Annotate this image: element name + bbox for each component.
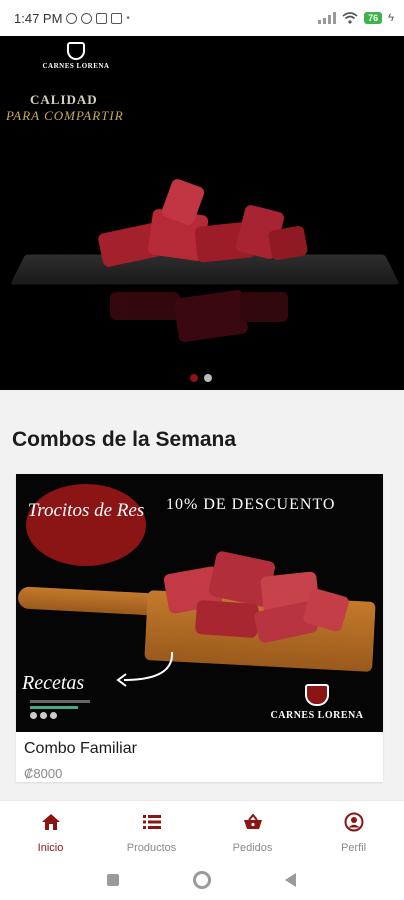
alarm-icon xyxy=(66,12,78,24)
nav-label-inicio: Inicio xyxy=(37,842,64,854)
combo-image-recipes: Recetas xyxy=(22,672,85,694)
combo-image-badge: Trocitos de Res xyxy=(26,484,146,566)
home-button[interactable] xyxy=(193,871,211,889)
bottom-nav: Inicio Productos Pedidos Perfil xyxy=(0,800,404,860)
shield-icon xyxy=(67,42,85,60)
combo-card[interactable]: Trocitos de Res 10% DE DESCUENTO Recetas xyxy=(16,474,383,782)
nav-item-inicio[interactable]: Inicio xyxy=(0,801,101,860)
curved-arrow-icon xyxy=(116,651,174,687)
nav-label-perfil: Perfil xyxy=(340,842,367,854)
profile-icon xyxy=(343,811,365,833)
carousel-dot[interactable] xyxy=(204,374,212,382)
nav-label-pedidos: Pedidos xyxy=(232,842,273,854)
nav-item-productos[interactable]: Productos xyxy=(101,801,202,860)
section-title: Combos de la Semana xyxy=(12,428,237,451)
nav-item-pedidos[interactable]: Pedidos xyxy=(202,801,303,860)
combo-title: Combo Familiar xyxy=(24,740,137,757)
combo-image-discount: 10% DE DESCUENTO xyxy=(166,496,336,513)
app-notification-icon xyxy=(81,12,93,24)
status-time: 1:47 PM xyxy=(14,10,63,26)
system-nav-bar xyxy=(0,860,404,900)
sim-icon xyxy=(96,12,108,24)
shield-icon xyxy=(305,684,329,706)
signal-icon xyxy=(318,12,337,24)
nav-item-perfil[interactable]: Perfil xyxy=(303,801,404,860)
carousel-indicator xyxy=(190,374,212,382)
combo-image-brand-name: CARNES LORENA xyxy=(270,710,364,721)
charging-icon: ϟ xyxy=(388,12,394,24)
basket-icon xyxy=(242,811,264,833)
combo-image: Trocitos de Res 10% DE DESCUENTO Recetas xyxy=(16,474,383,732)
carousel-dot-active[interactable] xyxy=(190,374,198,382)
hero-tagline-line2: PARA COMPARTIR xyxy=(6,108,124,123)
combo-image-brand: CARNES LORENA xyxy=(258,684,376,721)
combo-image-contact-info xyxy=(30,700,90,719)
status-bar: 1:47 PM • 76 ϟ xyxy=(0,0,404,36)
combo-price: ₡8000 xyxy=(24,766,63,781)
hero-carousel[interactable]: CARNES LORENA CALIDAD PARA COMPARTIR xyxy=(0,36,404,390)
recents-button[interactable] xyxy=(107,874,119,886)
wifi-icon xyxy=(342,12,358,24)
cutting-board-handle xyxy=(17,586,159,616)
back-button[interactable] xyxy=(285,873,297,887)
grid-icon xyxy=(111,12,123,24)
more-dot-icon: • xyxy=(126,12,130,24)
hero-tagline-line1: CALIDAD xyxy=(30,92,98,107)
battery-icon: 76 xyxy=(364,12,383,24)
home-icon xyxy=(40,811,62,833)
hero-logo: CARNES LORENA xyxy=(36,42,116,70)
nav-label-productos: Productos xyxy=(126,842,177,854)
list-icon xyxy=(141,811,163,833)
hero-brand-name: CARNES LORENA xyxy=(42,62,110,70)
